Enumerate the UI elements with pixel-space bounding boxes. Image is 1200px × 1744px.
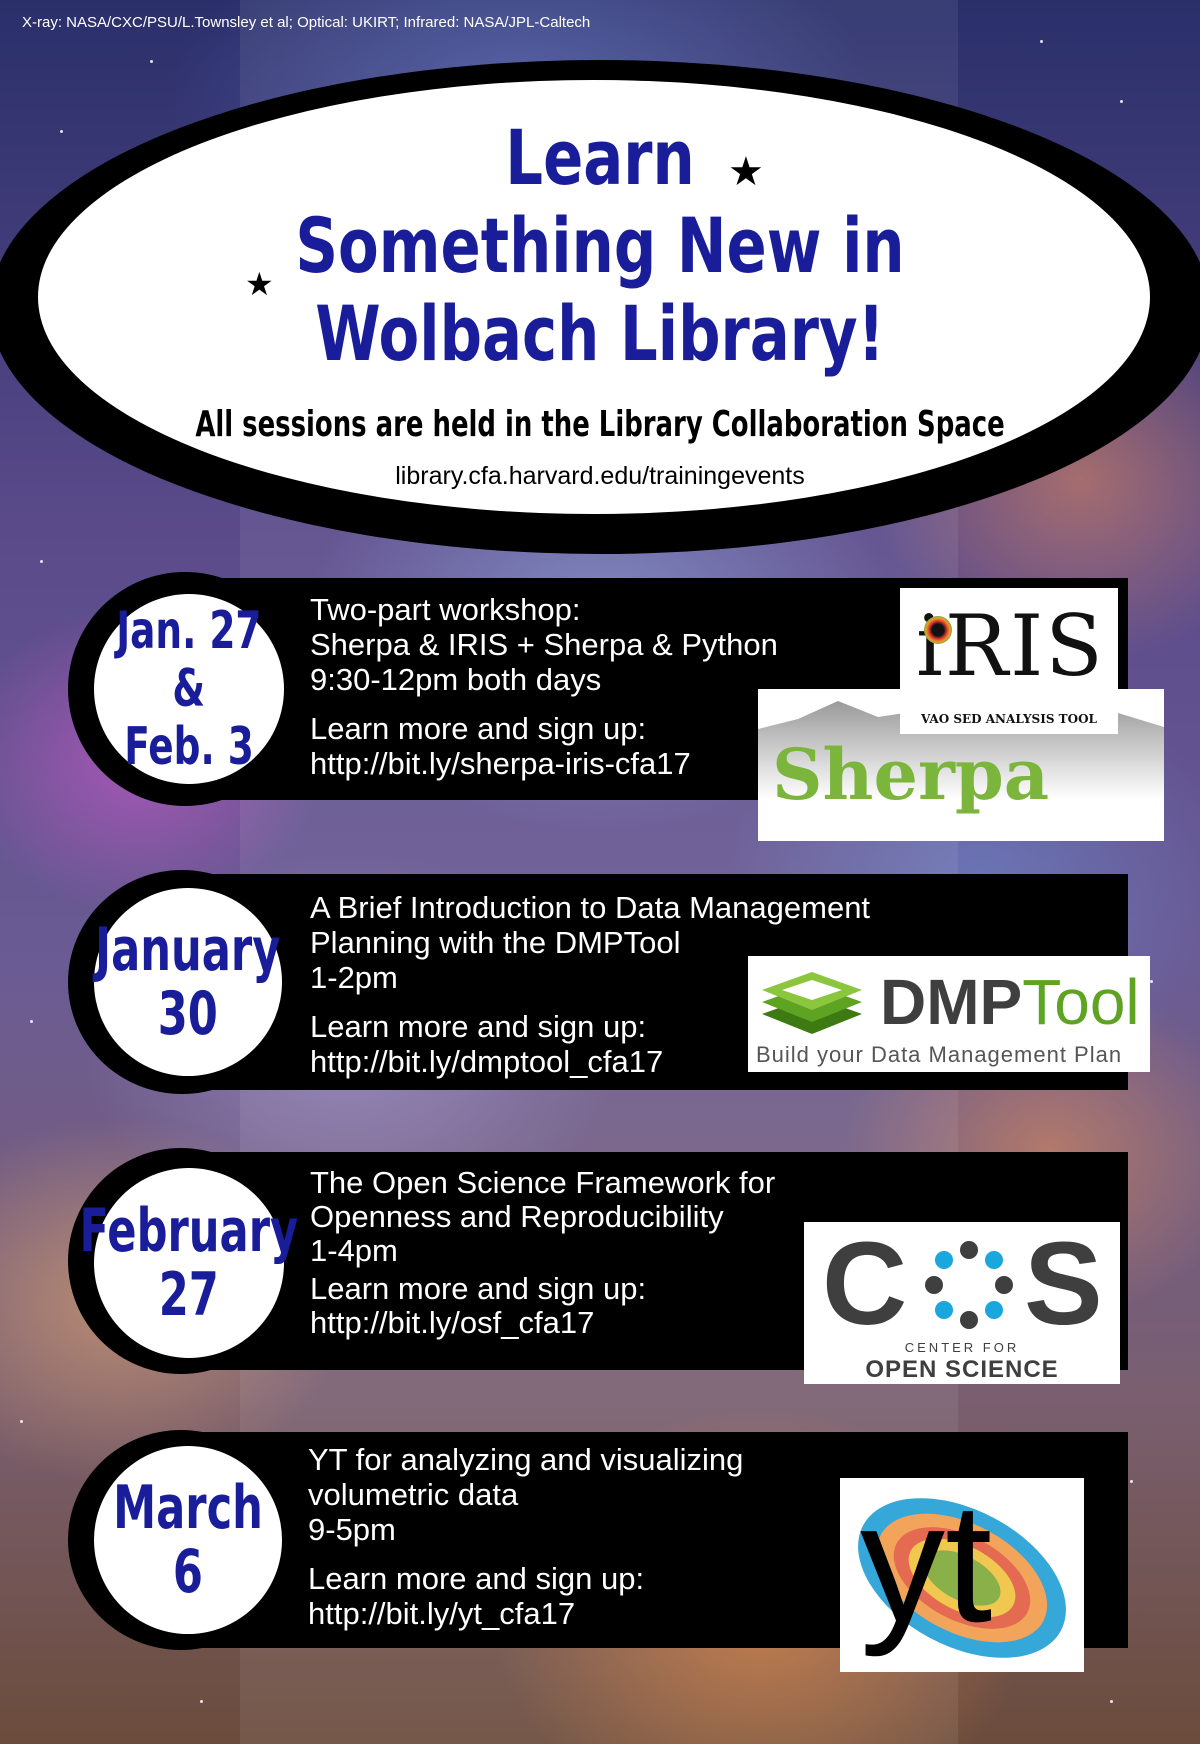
cos-caption: OPEN SCIENCE — [865, 1356, 1059, 1383]
title-line: Learn — [505, 113, 695, 202]
event-line: Openness and Reproducibility — [310, 1199, 724, 1234]
date-circle-outline: Jan. 27 & Feb. 3 — [68, 572, 302, 806]
event-date: Jan. 27 — [116, 601, 262, 661]
date-circle: Jan. 27 & Feb. 3 — [94, 594, 284, 784]
signup-link[interactable]: http://bit.ly/sherpa-iris-cfa17 — [310, 746, 778, 781]
stack-icon — [762, 972, 862, 1034]
signup-link[interactable]: http://bit.ly/yt_cfa17 — [308, 1596, 743, 1631]
yt-logo: yt — [840, 1478, 1084, 1672]
dmptool-logo: DMPTool Build your Data Management Plan — [748, 956, 1150, 1072]
event-line: 9-5pm — [308, 1512, 396, 1547]
cos-letter: C — [822, 1222, 908, 1350]
signup-label: Learn more and sign up: — [310, 1271, 647, 1306]
event-line: The Open Science Framework for — [310, 1165, 776, 1200]
cos-letter: S — [1024, 1222, 1103, 1350]
date-circle: February 27 — [80, 1168, 298, 1358]
date-circle-outline: February 27 — [68, 1148, 298, 1374]
event-date: 6 — [172, 1537, 204, 1607]
date-circle: March 6 — [94, 1446, 282, 1634]
dmptool-wordmark: DMPTool — [880, 966, 1140, 1038]
cos-logo: C S CENTER FOR OPEN SCIENCE — [804, 1222, 1120, 1384]
event-line: 1-4pm — [310, 1233, 398, 1268]
signup-label: Learn more and sign up: — [310, 711, 647, 746]
event-details: Two-part workshop: Sherpa & IRIS + Sherp… — [310, 592, 778, 781]
event-date: & — [172, 659, 206, 719]
event-line: volumetric data — [308, 1477, 519, 1512]
training-events-url[interactable]: library.cfa.harvard.edu/trainingevents — [0, 462, 1200, 491]
iris-caption: VAO SED ANALYSIS TOOL — [921, 712, 1097, 726]
event-line: Two-part workshop: — [310, 592, 581, 627]
event-details: YT for analyzing and visualizing volumet… — [308, 1442, 743, 1631]
eye-icon — [924, 616, 952, 644]
event-date: 30 — [157, 979, 219, 1049]
dmptool-caption: Build your Data Management Plan — [756, 1042, 1123, 1067]
event-date: March — [113, 1473, 263, 1543]
date-circle: January 30 — [94, 888, 282, 1076]
event-line: 9:30-12pm both days — [310, 662, 602, 697]
signup-label: Learn more and sign up: — [308, 1561, 645, 1596]
signup-link[interactable]: http://bit.ly/osf_cfa17 — [310, 1306, 775, 1340]
star-icon: ★ — [728, 150, 764, 194]
image-credit: X-ray: NASA/CXC/PSU/L.Townsley et al; Op… — [22, 14, 591, 31]
location-subtitle: All sessions are held in the Library Col… — [195, 404, 1005, 445]
page-title: Learn Something New in Wolbach Library! — [132, 114, 1068, 378]
event-details: The Open Science Framework for Openness … — [310, 1166, 775, 1340]
event-date: February — [79, 1196, 299, 1266]
date-circle-outline: January 30 — [68, 870, 296, 1094]
event-line: Planning with the DMPTool — [310, 925, 681, 960]
star-icon: ★ — [245, 266, 274, 302]
event-line: YT for analyzing and visualizing — [308, 1442, 744, 1477]
yt-wordmark: yt — [860, 1478, 993, 1658]
iris-wordmark: iRIS — [916, 597, 1105, 695]
event-date: January — [95, 915, 281, 985]
iris-logo: iRIS VAO SED ANALYSIS TOOL — [900, 588, 1118, 734]
dots-ring-icon — [925, 1241, 1013, 1329]
event-line: A Brief Introduction to Data Management — [310, 890, 871, 925]
sherpa-wordmark: Sherpa — [772, 733, 1050, 816]
cos-caption-small: CENTER FOR — [904, 1340, 1020, 1355]
date-circle-outline: March 6 — [68, 1430, 294, 1650]
event-date: Feb. 3 — [124, 717, 254, 777]
event-date: 27 — [158, 1260, 220, 1330]
event-line: Sherpa & IRIS + Sherpa & Python — [310, 627, 778, 662]
